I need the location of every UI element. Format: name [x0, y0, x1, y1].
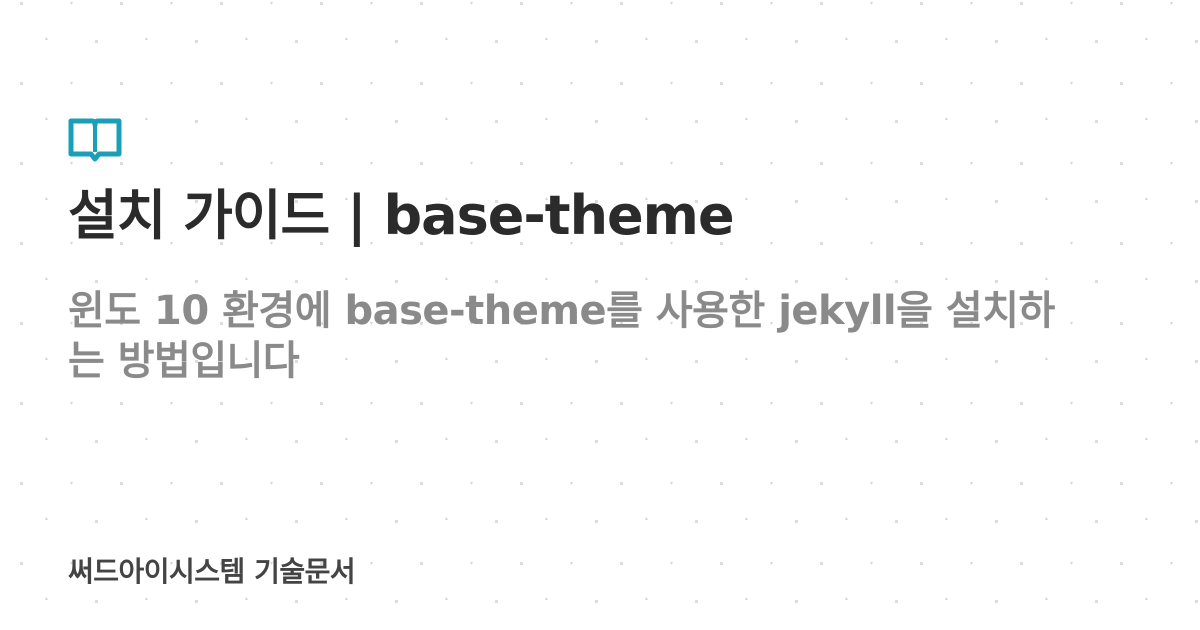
open-book-icon: [68, 118, 122, 162]
site-name: 써드아이시스템 기술문서: [68, 555, 356, 588]
page-title: 설치 가이드 | base-theme: [68, 184, 735, 247]
page-description: 윈도 10 환경에 base-theme를 사용한 jekyll을 설치하는 방…: [68, 288, 1055, 384]
card-content: 설치 가이드 | base-theme 윈도 10 환경에 base-theme…: [68, 118, 1128, 386]
